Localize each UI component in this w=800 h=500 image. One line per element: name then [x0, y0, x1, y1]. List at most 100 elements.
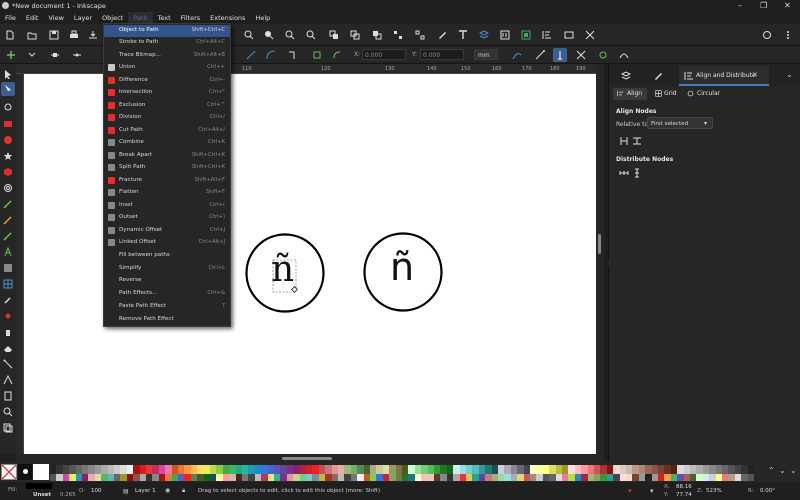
- calligraphy-tool-icon[interactable]: [3, 231, 13, 241]
- no-paint-swatch[interactable]: [1, 464, 17, 480]
- new-document-icon[interactable]: [5, 30, 15, 40]
- stroke-indicator[interactable]: Unset: [33, 492, 51, 498]
- menu-item-dynamic-offset[interactable]: Dynamic Offset Ctrl+J: [104, 225, 230, 237]
- text-font-icon[interactable]: [458, 30, 468, 40]
- maximize-icon[interactable]: ❐: [760, 1, 767, 10]
- open-icon[interactable]: [27, 30, 37, 40]
- tweak-tool-icon[interactable]: [3, 102, 13, 112]
- fill-indicator[interactable]: [26, 483, 52, 489]
- ellipse-tool-icon[interactable]: [3, 135, 13, 145]
- ungroup-icon[interactable]: [415, 30, 425, 40]
- menu-item-paste-path-effect[interactable]: Paste Path Effect 7: [104, 301, 230, 313]
- mesh-tool-icon[interactable]: [3, 279, 13, 289]
- menu-item-trace-bitmap[interactable]: Trace Bitmap... Shift+Alt+B: [104, 50, 230, 62]
- paint-bucket-tool-icon[interactable]: [3, 311, 13, 321]
- tab-grid[interactable]: Grid: [664, 90, 677, 97]
- white-swatch[interactable]: [33, 464, 49, 480]
- close-tab-icon[interactable]: ✕: [752, 71, 758, 79]
- unit-select[interactable]: mm: [474, 49, 498, 60]
- menu-item-combine[interactable]: Combine Ctrl+K: [104, 137, 230, 149]
- swatch-strip[interactable]: [50, 462, 760, 482]
- command-palette-icon[interactable]: [762, 30, 772, 40]
- make-line-icon[interactable]: [246, 50, 256, 60]
- menu-view[interactable]: View: [43, 12, 68, 24]
- node-corner-icon[interactable]: [288, 50, 298, 60]
- menu-item-simplify[interactable]: Simplify Ctrl+L: [104, 263, 230, 275]
- join-nodes-icon[interactable]: [72, 50, 82, 60]
- palette-menu-icon[interactable]: ⌄: [790, 466, 797, 475]
- chevron-down-icon[interactable]: [27, 50, 37, 60]
- tab-circular[interactable]: Circular: [697, 90, 720, 97]
- snap-down-icon[interactable]: ▾: [628, 487, 632, 495]
- align-nodes-horizontal-icon[interactable]: [632, 136, 642, 146]
- bezier-tool-icon[interactable]: [3, 199, 13, 209]
- spray-tool-icon[interactable]: [3, 327, 13, 337]
- zoom-page-icon[interactable]: [306, 30, 316, 40]
- make-curve-icon[interactable]: [266, 50, 276, 60]
- dropper-tool-icon[interactable]: [3, 295, 13, 305]
- menu-item-split-path[interactable]: Split Path Shift+Ctrl+K: [104, 162, 230, 174]
- path-outline-icon[interactable]: [619, 50, 629, 60]
- rotation-field[interactable]: 0.00°: [760, 488, 775, 494]
- layers-tab-icon[interactable]: [620, 71, 632, 81]
- vertical-scroll-thumb[interactable]: [598, 234, 601, 254]
- menu-item-inset[interactable]: Inset Ctrl+(: [104, 200, 230, 212]
- horizontal-scrollbar[interactable]: [16, 454, 604, 462]
- current-layer[interactable]: Layer 1: [135, 488, 156, 494]
- page-tool-icon[interactable]: [3, 391, 13, 401]
- distribute-vertical-icon[interactable]: [632, 168, 642, 178]
- group-icon[interactable]: [393, 30, 403, 40]
- close-icon[interactable]: ✕: [784, 1, 791, 10]
- x-coordinate-field[interactable]: 0.000: [362, 49, 406, 60]
- menu-item-exclusion[interactable]: Exclusion Ctrl+^: [104, 100, 230, 112]
- more-options-icon[interactable]: [783, 30, 793, 40]
- horizontal-scroll-thumb[interactable]: [282, 457, 332, 460]
- menu-edit[interactable]: Edit: [21, 12, 44, 24]
- menu-item-fill-between-paths[interactable]: Fill between paths: [104, 250, 230, 262]
- save-icon[interactable]: [49, 30, 59, 40]
- menu-item-break-apart[interactable]: Break Apart Shift+Ctrl+K: [104, 150, 230, 162]
- show-transform-handles-icon[interactable]: [512, 50, 522, 60]
- menu-item-difference[interactable]: Difference Ctrl+-: [104, 75, 230, 87]
- distribute-horizontal-icon[interactable]: [619, 168, 629, 178]
- 3d-box-tool-icon[interactable]: [3, 167, 13, 177]
- left-glyph[interactable]: ñ: [271, 252, 294, 288]
- zoom-tool-icon[interactable]: [3, 407, 13, 417]
- zoom-selection-icon[interactable]: [264, 30, 274, 40]
- zoom-field[interactable]: 523%: [706, 488, 722, 494]
- zoom-drawing-icon[interactable]: [285, 30, 295, 40]
- objects-icon[interactable]: [521, 30, 531, 40]
- vertical-scrollbar[interactable]: [596, 64, 604, 456]
- object-to-path-icon[interactable]: [312, 50, 322, 60]
- stroke-to-path-icon[interactable]: [332, 50, 342, 60]
- fill-stroke-tab-icon[interactable]: [653, 71, 663, 81]
- stroke-width-value[interactable]: 0.265: [60, 492, 76, 498]
- insert-node-icon[interactable]: [6, 50, 16, 60]
- menu-item-stroke-to-path[interactable]: Stroke to Path Ctrl+Alt+C: [104, 37, 230, 49]
- vertical-ruler[interactable]: [16, 74, 24, 454]
- color-swatch[interactable]: [747, 474, 754, 481]
- preferences-icon[interactable]: [585, 30, 595, 40]
- menu-item-flatten[interactable]: Flatten Shift+F: [104, 187, 230, 199]
- visibility-icon[interactable]: ◉: [165, 487, 170, 494]
- menu-item-fracture[interactable]: Fracture Shift+Alt+F: [104, 175, 230, 187]
- menu-help[interactable]: Help: [250, 12, 275, 24]
- pencil-tool-icon[interactable]: [3, 215, 13, 225]
- menu-item-linked-offset[interactable]: Linked Offset Ctrl+Alt+J: [104, 237, 230, 249]
- align-nodes-vertical-icon[interactable]: [619, 136, 629, 146]
- star-tool-icon[interactable]: [3, 151, 13, 161]
- menu-item-union[interactable]: Union Ctrl++: [104, 62, 230, 74]
- node-tool-icon[interactable]: [1, 82, 15, 96]
- menu-item-outset[interactable]: Outset Ctrl+): [104, 212, 230, 224]
- right-glyph[interactable]: ñ: [390, 248, 414, 286]
- gradient-tool-icon[interactable]: [3, 263, 13, 273]
- menu-item-division[interactable]: Division Ctrl+/: [104, 112, 230, 124]
- menu-file[interactable]: File: [0, 12, 21, 24]
- minimize-icon[interactable]: –: [738, 1, 742, 10]
- measure-tool-icon[interactable]: [3, 374, 13, 385]
- print-icon[interactable]: [69, 30, 79, 40]
- menu-layer[interactable]: Layer: [69, 12, 97, 24]
- pages-icon[interactable]: [3, 423, 13, 433]
- opacity-field[interactable]: 100: [88, 486, 110, 496]
- fill-stroke-icon[interactable]: [437, 30, 447, 40]
